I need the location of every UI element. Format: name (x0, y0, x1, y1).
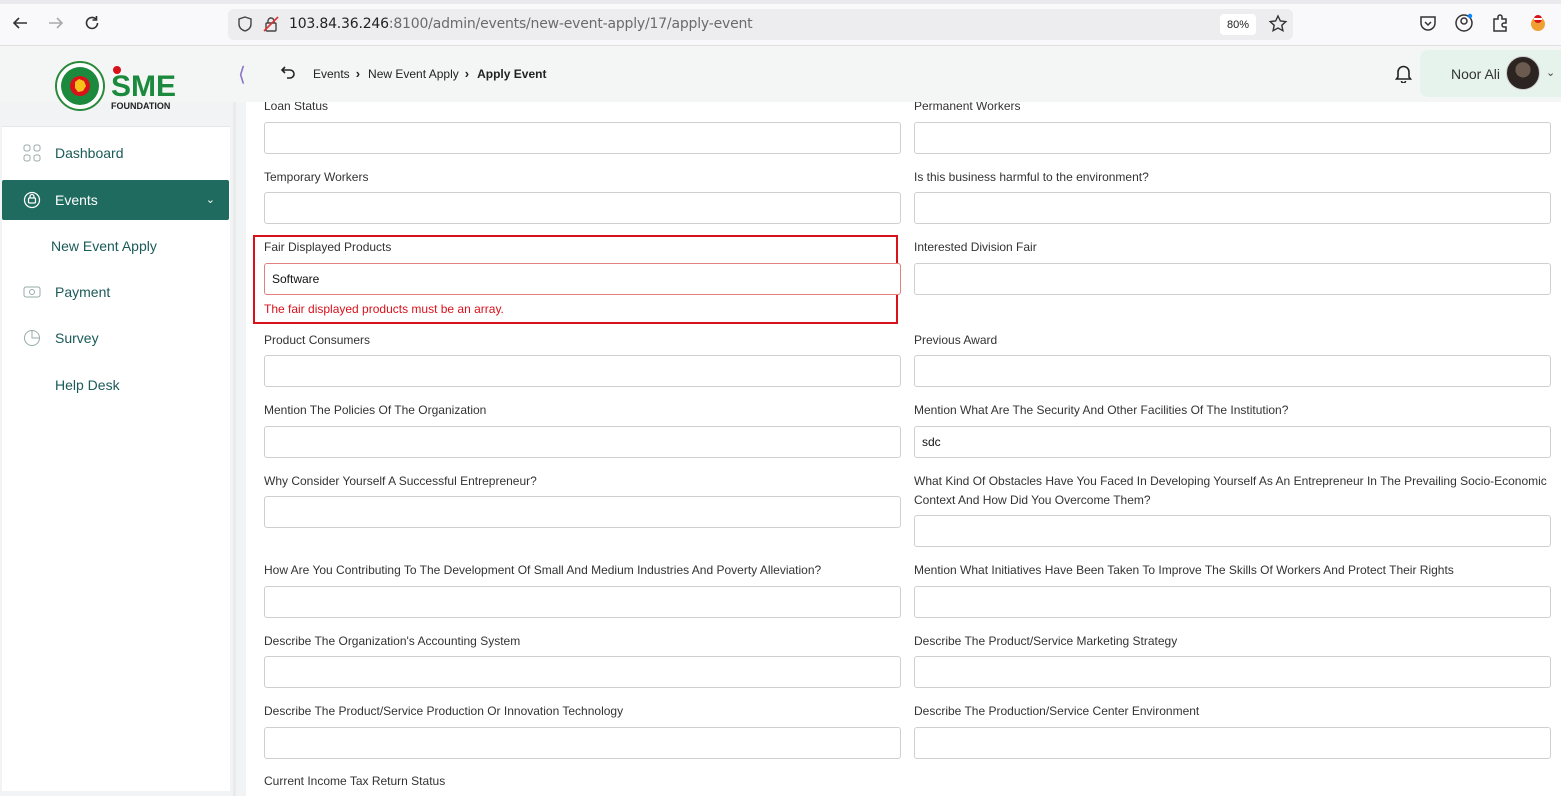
initiatives-label: Mention What Initiatives Have Been Taken… (914, 563, 1454, 577)
sidebar-collapse-icon[interactable]: ⟨ (238, 62, 246, 87)
accounting-system-field[interactable] (264, 656, 901, 688)
accounting-system-label: Describe The Organization's Accounting S… (264, 634, 521, 648)
sidebar-item-new-event-apply[interactable]: New Event Apply (51, 238, 157, 254)
address-bar[interactable]: 103.84.36.246:8100/admin/events/new-even… (228, 9, 1293, 40)
product-consumers-label: Product Consumers (264, 333, 371, 347)
tab-strip-edge (0, 0, 1561, 4)
sidebar-item-label: Survey (55, 330, 99, 346)
apply-event-form: Loan Status Permanent Workers Temporary … (246, 102, 1561, 796)
sidebar-item-label: Events (55, 192, 98, 208)
sidebar: Dashboard Events ⌄ New Event Apply Payme… (2, 126, 230, 791)
previous-award-label: Previous Award (914, 333, 998, 347)
successful-entrepreneur-field[interactable] (264, 496, 901, 528)
browser-toolbar: 103.84.36.246:8100/admin/events/new-even… (0, 0, 1561, 46)
insecure-lock-icon[interactable] (262, 15, 280, 38)
account-icon[interactable] (1454, 13, 1474, 33)
pie-chart-icon (23, 329, 41, 347)
reload-icon[interactable] (81, 12, 103, 34)
events-icon (23, 191, 41, 209)
sidebar-item-survey[interactable]: Survey (2, 318, 229, 358)
back-arrow-icon[interactable] (9, 12, 31, 34)
breadcrumb-apply-event: Apply Event (477, 66, 547, 81)
user-name: Noor Ali (1451, 66, 1501, 82)
production-environment-field[interactable] (914, 727, 1551, 759)
breadcrumb-events[interactable]: Events (313, 67, 350, 81)
loan-status-label: Loan Status (264, 102, 329, 113)
bookmark-star-icon[interactable] (1268, 14, 1288, 39)
permanent-workers-field[interactable] (914, 122, 1551, 154)
sidebar-item-payment[interactable]: Payment (2, 272, 229, 312)
sidebar-item-label: Help Desk (55, 377, 120, 393)
svg-text:FOUNDATION: FOUNDATION (111, 101, 170, 111)
policies-field[interactable] (264, 426, 901, 458)
policies-label: Mention The Policies Of The Organization (264, 403, 487, 417)
sidebar-item-events[interactable]: Events ⌄ (2, 180, 229, 220)
breadcrumb: Events › New Event Apply › Apply Event (313, 66, 546, 81)
notification-bell-icon[interactable] (1394, 63, 1413, 88)
product-consumers-field[interactable] (264, 355, 901, 387)
sme-foundation-logo[interactable]: SME FOUNDATION (55, 60, 180, 112)
previous-award-field[interactable] (914, 355, 1551, 387)
sidebar-item-label: Dashboard (55, 145, 124, 161)
extensions-icon[interactable] (1490, 13, 1510, 33)
initiatives-field[interactable] (914, 586, 1551, 618)
harmful-environment-field[interactable] (914, 192, 1551, 224)
app-header: SME FOUNDATION (0, 46, 1561, 111)
chevron-right-icon: › (355, 66, 361, 81)
contributing-label: How Are You Contributing To The Developm… (264, 563, 822, 577)
production-technology-field[interactable] (264, 727, 901, 759)
breadcrumb-new-event-apply[interactable]: New Event Apply (368, 67, 459, 81)
contributing-field[interactable] (264, 586, 901, 618)
zoom-level-badge[interactable]: 80% (1220, 14, 1256, 35)
production-technology-label: Describe The Product/Service Production … (264, 704, 624, 718)
interested-division-fair-field[interactable] (914, 263, 1551, 295)
content-divider (233, 102, 236, 796)
marketing-strategy-label: Describe The Product/Service Marketing S… (914, 634, 1178, 648)
forward-arrow-icon[interactable] (45, 12, 67, 34)
fair-displayed-products-field[interactable]: Software (264, 263, 901, 295)
chevron-right-icon: › (464, 66, 470, 81)
income-tax-status-label: Current Income Tax Return Status (264, 774, 446, 788)
obstacles-label-line1: What Kind Of Obstacles Have You Faced In… (914, 474, 1547, 488)
interested-division-fair-label: Interested Division Fair (914, 240, 1037, 254)
security-facilities-field[interactable]: sdc (914, 426, 1551, 458)
temporary-workers-label: Temporary Workers (264, 170, 369, 184)
obstacles-field[interactable] (914, 515, 1551, 547)
permanent-workers-label: Permanent Workers (914, 102, 1021, 113)
marketing-strategy-field[interactable] (914, 656, 1551, 688)
harmful-environment-label: Is this business harmful to the environm… (914, 170, 1149, 184)
security-facilities-label: Mention What Are The Security And Other … (914, 403, 1289, 417)
fair-products-error-message: The fair displayed products must be an a… (264, 302, 504, 316)
undo-back-icon[interactable] (280, 64, 296, 85)
production-environment-label: Describe The Production/Service Center E… (914, 704, 1200, 718)
pocket-icon[interactable] (1418, 13, 1438, 33)
obstacles-label-line2: Context And How Did You Overcome Them? (914, 493, 1151, 507)
url-text[interactable]: 103.84.36.246:8100/admin/events/new-even… (289, 16, 753, 32)
chevron-down-icon: ⌄ (205, 194, 215, 206)
avatar (1506, 56, 1540, 90)
successful-entrepreneur-label: Why Consider Yourself A Successful Entre… (264, 474, 537, 488)
user-menu[interactable]: Noor Ali ⌄ (1420, 50, 1561, 97)
fair-displayed-products-label: Fair Displayed Products (264, 240, 392, 254)
temporary-workers-field[interactable] (264, 192, 901, 224)
chevron-down-icon: ⌄ (1546, 67, 1556, 79)
payment-icon (23, 283, 41, 301)
sidebar-item-dashboard[interactable]: Dashboard (2, 133, 229, 173)
loan-status-field[interactable] (264, 122, 901, 154)
svg-text:SME: SME (111, 70, 176, 103)
grid-icon (23, 144, 41, 162)
extension-badge-icon[interactable] (1528, 13, 1548, 33)
sidebar-item-help-desk[interactable]: Help Desk (2, 365, 229, 405)
shield-icon[interactable] (236, 15, 254, 38)
sidebar-item-label: Payment (55, 284, 111, 300)
